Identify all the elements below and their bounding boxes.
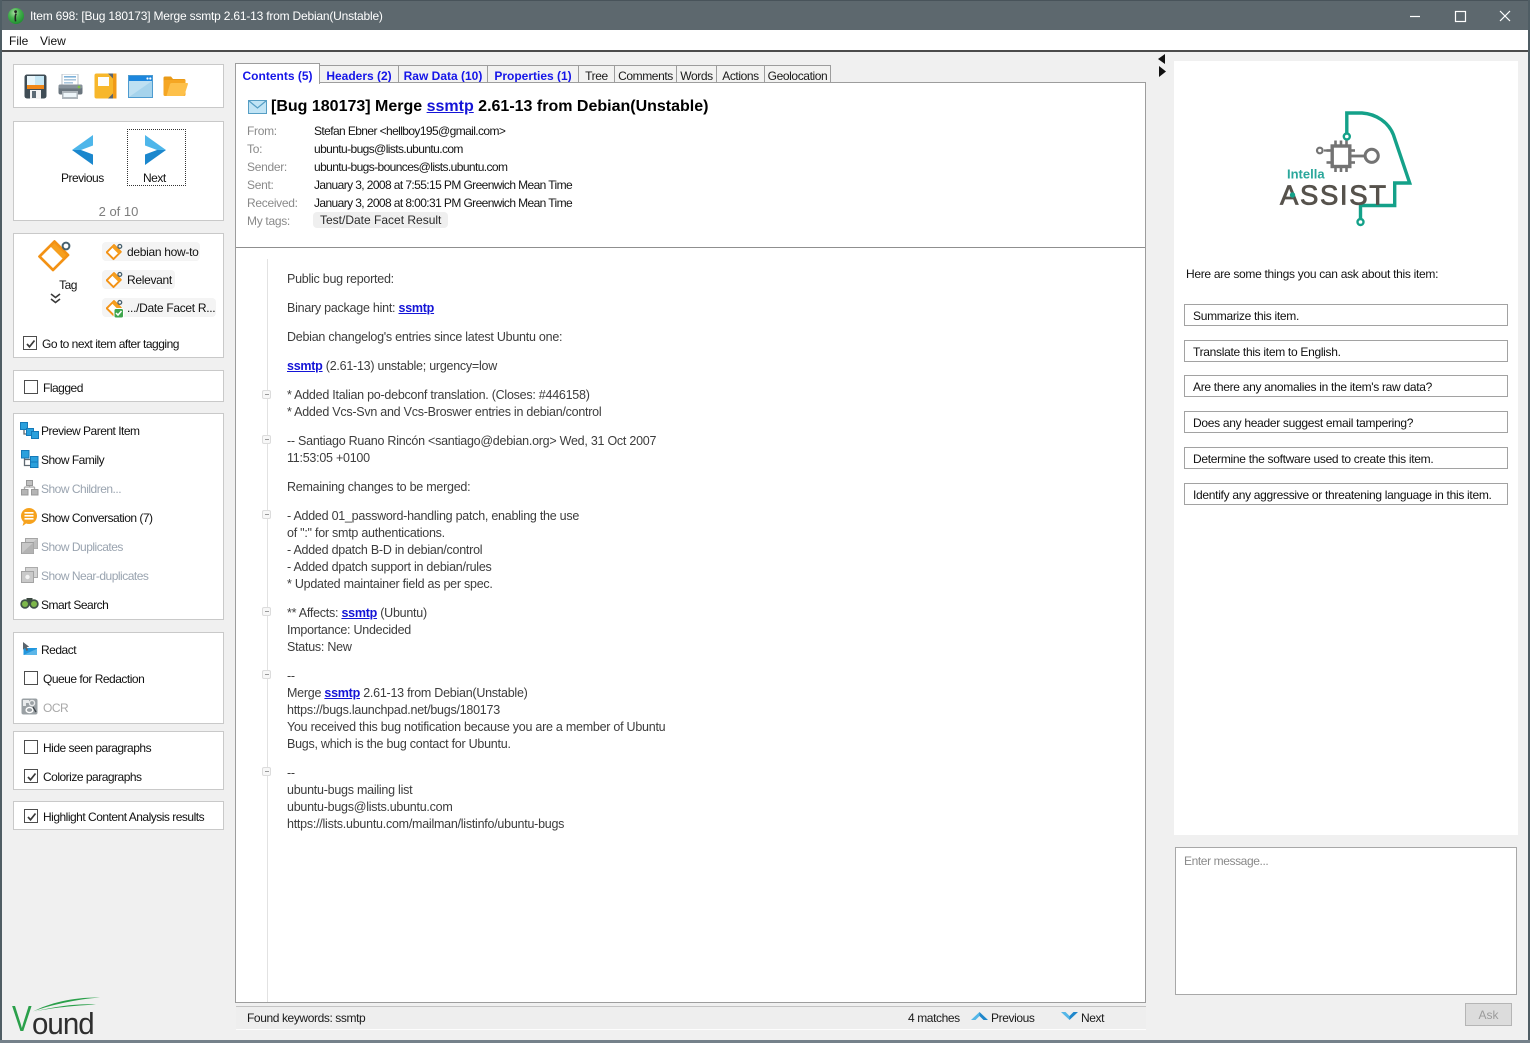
svg-text:ASSIST: ASSIST <box>1280 180 1386 211</box>
